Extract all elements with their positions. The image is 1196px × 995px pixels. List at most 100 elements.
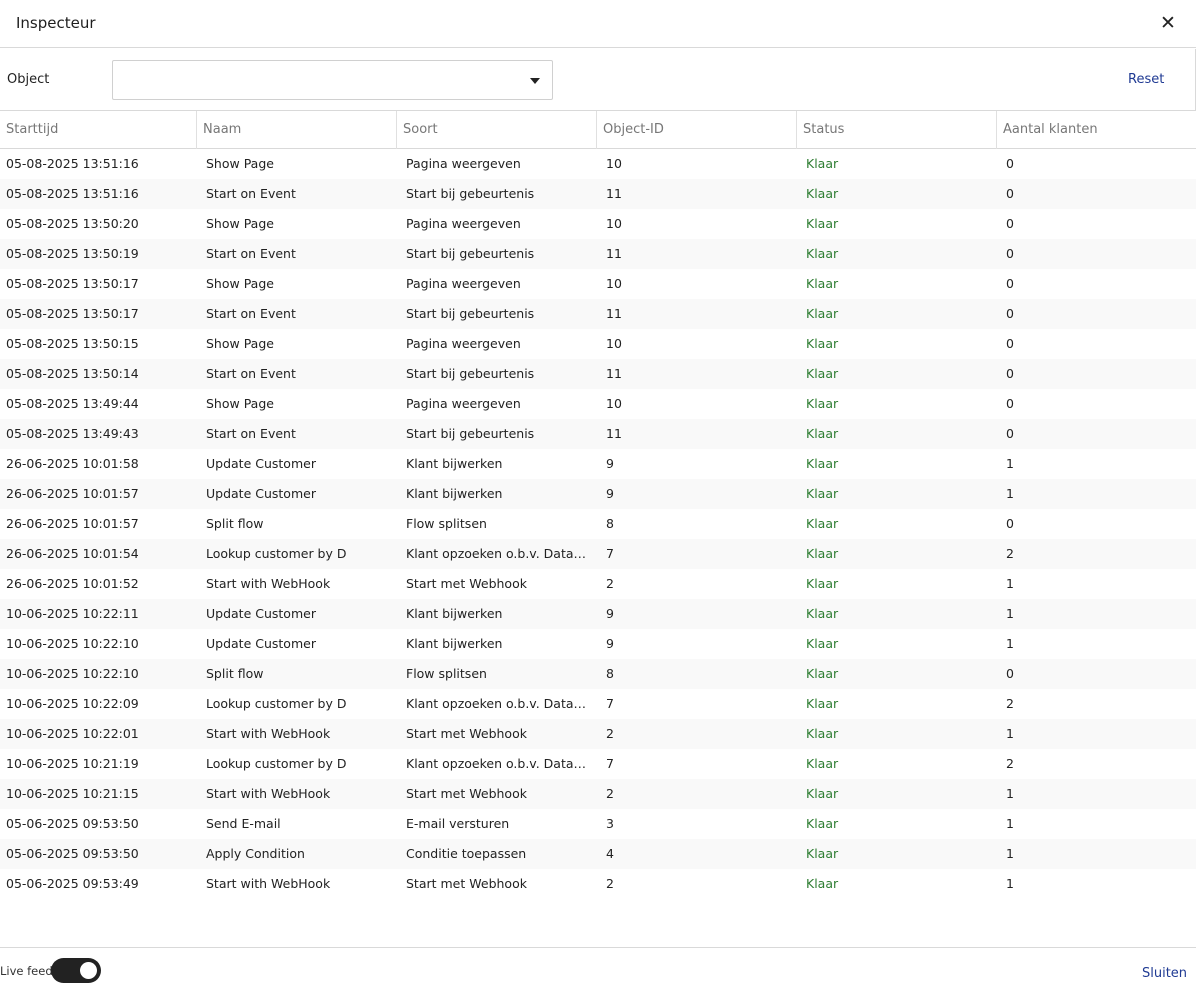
cell-status: Klaar [806, 786, 839, 801]
table-row[interactable]: 05-08-2025 13:49:44 Show Page Pagina weerg… [0, 389, 1196, 419]
table-header: Starttijd Naam Soort Object-ID Status Aantal … [0, 111, 1196, 149]
cell-naam: Lookup customer by D [206, 756, 347, 771]
table-row[interactable]: 05-08-2025 13:50:20 Show Page Pagina weerg… [0, 209, 1196, 239]
cell-status: Klaar [806, 306, 839, 321]
table-row[interactable]: 10-06-2025 10:21:19 Lookup customer by D K… [0, 749, 1196, 779]
cell-aantal-klanten: 0 [1006, 396, 1014, 411]
cell-aantal-klanten: 2 [1006, 546, 1014, 561]
cell-aantal-klanten: 1 [1006, 876, 1014, 891]
table-row[interactable]: 05-08-2025 13:51:16 Start on Event Start b… [0, 179, 1196, 209]
cell-aantal-klanten: 1 [1006, 456, 1014, 471]
cell-starttijd: 10-06-2025 10:22:10 [6, 636, 139, 651]
cell-naam: Split flow [206, 516, 264, 531]
cell-object-id: 11 [606, 246, 622, 261]
cell-naam: Start with WebHook [206, 726, 331, 741]
cell-naam: Update Customer [206, 456, 316, 471]
cell-object-id: 10 [606, 336, 622, 351]
cell-status: Klaar [806, 336, 839, 351]
cell-starttijd: 05-08-2025 13:50:15 [6, 336, 139, 351]
cell-naam: Show Page [206, 216, 274, 231]
cell-soort: Start bij gebeurtenis [406, 246, 535, 261]
cell-soort: Pagina weergeven [406, 216, 521, 231]
cell-soort: E-mail versturen [406, 816, 510, 831]
col-naam-header[interactable]: Naam [196, 111, 396, 149]
table-row[interactable]: 05-06-2025 09:53:50 Apply Condition Condit… [0, 839, 1196, 869]
cell-object-id: 7 [606, 756, 614, 771]
table-row[interactable]: 05-08-2025 13:50:17 Show Page Pagina weerg… [0, 269, 1196, 299]
cell-aantal-klanten: 0 [1006, 156, 1014, 171]
cell-status: Klaar [806, 666, 839, 681]
cell-naam: Start on Event [206, 186, 296, 201]
cell-object-id: 7 [606, 696, 614, 711]
table-row[interactable]: 10-06-2025 10:22:01 Start with WebHook Sta… [0, 719, 1196, 749]
close-button[interactable]: Sluiten [1142, 966, 1187, 981]
cell-starttijd: 05-08-2025 13:50:17 [6, 306, 139, 321]
cell-naam: Update Customer [206, 486, 316, 501]
cell-naam: Show Page [206, 156, 274, 171]
cell-naam: Lookup customer by D [206, 546, 347, 561]
reset-button[interactable]: Reset [1128, 72, 1164, 87]
live-feed-toggle[interactable] [51, 958, 101, 983]
cell-naam: Update Customer [206, 636, 316, 651]
cell-starttijd: 05-08-2025 13:49:43 [6, 426, 139, 441]
live-feed-label: Live feed [0, 964, 53, 978]
cell-soort: Flow splitsen [406, 516, 487, 531]
cell-soort: Flow splitsen [406, 666, 487, 681]
cell-starttijd: 26-06-2025 10:01:58 [6, 456, 139, 471]
table-row[interactable]: 10-06-2025 10:22:10 Update Customer Klant … [0, 629, 1196, 659]
cell-starttijd: 05-08-2025 13:51:16 [6, 156, 139, 171]
cell-aantal-klanten: 2 [1006, 696, 1014, 711]
cell-starttijd: 26-06-2025 10:01:57 [6, 516, 139, 531]
table-row[interactable]: 26-06-2025 10:01:57 Update Customer Klant … [0, 479, 1196, 509]
col-object-id-header[interactable]: Object-ID [596, 111, 796, 149]
cell-aantal-klanten: 0 [1006, 516, 1014, 531]
table-row[interactable]: 26-06-2025 10:01:52 Start with WebHook Sta… [0, 569, 1196, 599]
table-row[interactable]: 10-06-2025 10:21:15 Start with WebHook Sta… [0, 779, 1196, 809]
cell-object-id: 9 [606, 606, 614, 621]
cell-soort: Klant bijwerken [406, 456, 503, 471]
table-row[interactable]: 26-06-2025 10:01:57 Split flow Flow splits… [0, 509, 1196, 539]
cell-object-id: 11 [606, 186, 622, 201]
table-row[interactable]: 05-08-2025 13:50:19 Start on Event Start b… [0, 239, 1196, 269]
cell-soort: Start bij gebeurtenis [406, 306, 535, 321]
cell-starttijd: 10-06-2025 10:22:09 [6, 696, 139, 711]
table-row[interactable]: 10-06-2025 10:22:11 Update Customer Klant … [0, 599, 1196, 629]
col-aantal-klanten-header[interactable]: Aantal klanten [996, 111, 1196, 149]
cell-starttijd: 26-06-2025 10:01:54 [6, 546, 139, 561]
cell-object-id: 10 [606, 396, 622, 411]
col-soort-header[interactable]: Soort [396, 111, 596, 149]
cell-status: Klaar [806, 696, 839, 711]
cell-starttijd: 05-08-2025 13:50:19 [6, 246, 139, 261]
table-row[interactable]: 10-06-2025 10:22:10 Split flow Flow splits… [0, 659, 1196, 689]
table-row[interactable]: 05-08-2025 13:51:16 Show Page Pagina weerg… [0, 149, 1196, 179]
cell-aantal-klanten: 2 [1006, 756, 1014, 771]
cell-status: Klaar [806, 396, 839, 411]
cell-object-id: 10 [606, 276, 622, 291]
table-row[interactable]: 26-06-2025 10:01:58 Update Customer Klant … [0, 449, 1196, 479]
cell-aantal-klanten: 1 [1006, 486, 1014, 501]
table-row[interactable]: 05-06-2025 09:53:50 Send E-mail E-mail ver… [0, 809, 1196, 839]
table-row[interactable]: 05-06-2025 09:53:49 Start with WebHook Sta… [0, 869, 1196, 899]
table-row[interactable]: 05-08-2025 13:50:17 Start on Event Start b… [0, 299, 1196, 329]
cell-soort: Start bij gebeurtenis [406, 366, 535, 381]
table-row[interactable]: 05-08-2025 13:50:14 Start on Event Start b… [0, 359, 1196, 389]
cell-status: Klaar [806, 636, 839, 651]
object-select[interactable] [112, 60, 553, 100]
cell-naam: Start on Event [206, 246, 296, 261]
col-status-header[interactable]: Status [796, 111, 996, 149]
cell-object-id: 3 [606, 816, 614, 831]
close-icon[interactable]: ✕ [1158, 12, 1178, 34]
cell-status: Klaar [806, 216, 839, 231]
cell-soort: Start met Webhook [406, 726, 527, 741]
table-row[interactable]: 26-06-2025 10:01:54 Lookup customer by D K… [0, 539, 1196, 569]
table-row[interactable]: 05-08-2025 13:49:43 Start on Event Start b… [0, 419, 1196, 449]
cell-aantal-klanten: 0 [1006, 216, 1014, 231]
table-row[interactable]: 10-06-2025 10:22:09 Lookup customer by D K… [0, 689, 1196, 719]
cell-naam: Start with WebHook [206, 876, 331, 891]
cell-status: Klaar [806, 546, 839, 561]
cell-naam: Send E-mail [206, 816, 281, 831]
col-starttijd-header[interactable]: Starttijd [0, 111, 196, 149]
cell-aantal-klanten: 1 [1006, 606, 1014, 621]
cell-aantal-klanten: 1 [1006, 726, 1014, 741]
table-row[interactable]: 05-08-2025 13:50:15 Show Page Pagina weerg… [0, 329, 1196, 359]
